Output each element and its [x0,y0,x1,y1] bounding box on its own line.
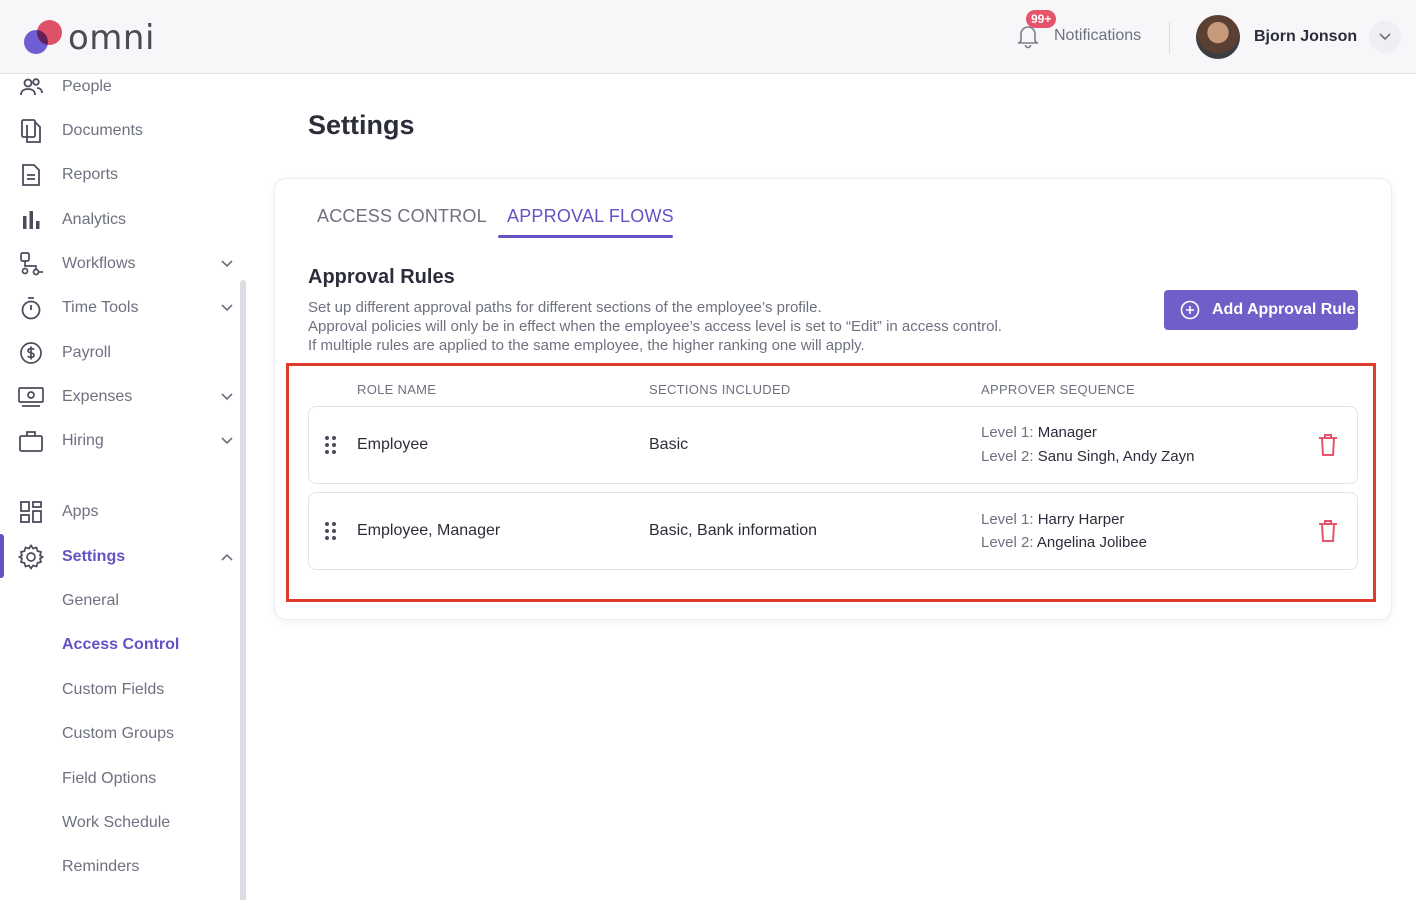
dollar-icon [18,340,44,366]
sidebar-subitem-access-control[interactable]: Access Control [62,636,179,654]
approver-level-1: Level 1: Manager [981,424,1097,441]
logo-mark-icon [24,18,64,58]
column-header-sections-included: SECTIONS INCLUDED [649,382,791,397]
analytics-icon [18,207,44,233]
description-line: If multiple rules are applied to the sam… [308,337,865,354]
user-name: Bjorn Jonson [1254,28,1358,45]
sidebar-item-label: Documents [62,122,143,139]
sidebar-item-payroll[interactable]: Payroll [0,333,240,373]
add-approval-rule-button[interactable]: Add Approval Rule [1164,290,1358,330]
sidebar-item-hiring[interactable]: Hiring [0,421,240,461]
sidebar-item-label: Time Tools [62,299,139,316]
level-value: Sanu Singh, Andy Zayn [1037,448,1195,465]
level-key: Level 1: [981,511,1034,528]
sidebar-item-label: Payroll [62,344,111,361]
sidebar-item-label: People [62,78,112,95]
top-header: omni 99+ Notifications Bjorn Jonson [0,0,1416,74]
bell-icon: 99+ [1014,10,1057,50]
role-name-cell: Employee, Manager [357,522,501,539]
sidebar-subitem-work-schedule[interactable]: Work Schedule [62,814,170,832]
chevron-up-icon[interactable] [218,548,236,566]
notifications-badge: 99+ [1026,10,1057,28]
trash-icon[interactable] [1317,519,1339,543]
sidebar: People Documents Reports Analytics Workf… [0,74,246,900]
sidebar-item-time-tools[interactable]: Time Tools [0,288,240,328]
sidebar-scrollbar[interactable] [240,280,246,900]
drag-handle-icon[interactable] [323,435,339,455]
briefcase-icon [18,428,44,454]
sections-cell: Basic, Bank information [649,522,818,539]
sidebar-item-label: Hiring [62,432,104,449]
drag-handle-icon[interactable] [323,521,339,541]
level-value: Manager [1037,424,1097,441]
approver-level-2: Level 2: Angelina Jolibee [981,534,1147,551]
sidebar-item-settings[interactable]: Settings [0,537,240,577]
role-name-cell: Employee [357,436,429,453]
avatar [1196,15,1240,59]
approver-level-1: Level 1: Harry Harper [981,511,1124,528]
omni-logo[interactable]: omni [24,18,155,58]
sidebar-item-label: Reports [62,166,119,183]
active-tab-underline [498,235,673,238]
column-header-role-name: ROLE NAME [357,382,437,397]
description-line: Approval policies will only be in effect… [308,318,1002,335]
table-row[interactable]: Employee, Manager Basic, Bank informatio… [308,492,1358,570]
sidebar-item-people[interactable]: People [0,67,240,107]
reports-icon [18,162,44,188]
page-title: Settings [308,110,415,140]
sidebar-item-expenses[interactable]: Expenses [0,377,240,417]
apps-icon [18,499,44,525]
documents-icon [18,118,44,144]
cash-icon [18,384,44,410]
sidebar-item-analytics[interactable]: Analytics [0,200,240,240]
chevron-down-icon[interactable] [218,299,236,317]
sidebar-item-label: Settings [62,548,126,565]
sidebar-item-label: Analytics [62,211,127,228]
notifications-label: Notifications [1054,27,1142,44]
sidebar-item-label: Expenses [62,388,133,405]
chevron-down-icon[interactable] [218,255,236,273]
chevron-down-icon[interactable] [218,388,236,406]
approver-level-2: Level 2: Sanu Singh, Andy Zayn [981,448,1195,465]
level-value: Angelina Jolibee [1036,534,1147,551]
tab-access-control[interactable]: ACCESS CONTROL [317,206,487,227]
level-key: Level 1: [981,424,1034,441]
table-row[interactable]: Employee Basic Level 1: Manager Level 2:… [308,406,1358,484]
people-icon [18,74,44,100]
notifications-button[interactable]: 99+ Notifications [1014,10,1142,50]
sidebar-item-documents[interactable]: Documents [0,111,240,151]
description-line: Set up different approval paths for diff… [308,299,822,316]
trash-icon[interactable] [1317,433,1339,457]
sections-cell: Basic [649,436,689,453]
level-key: Level 2: [981,448,1034,465]
user-menu[interactable]: Bjorn Jonson [1196,15,1402,59]
level-key: Level 2: [981,534,1034,551]
chevron-down-icon[interactable] [218,432,236,450]
plus-circle-icon [1180,300,1200,320]
section-title: Approval Rules [308,266,455,288]
column-header-approver-sequence: APPROVER SEQUENCE [981,382,1135,397]
sidebar-subitem-field-options[interactable]: Field Options [62,770,156,788]
sidebar-item-label: Workflows [62,255,136,272]
gear-icon [18,544,44,570]
sidebar-item-label: Apps [62,503,99,520]
level-value: Harry Harper [1037,511,1125,528]
add-approval-rule-label: Add Approval Rule [1212,301,1356,318]
sidebar-item-workflows[interactable]: Workflows [0,244,240,284]
header-divider [1169,22,1170,54]
sidebar-subitem-custom-fields[interactable]: Custom Fields [62,681,164,699]
sidebar-subitem-reminders[interactable]: Reminders [62,858,139,876]
sidebar-subitem-general[interactable]: General [62,592,119,610]
sidebar-item-apps[interactable]: Apps [0,492,240,532]
tab-approval-flows[interactable]: APPROVAL FLOWS [507,206,674,227]
stopwatch-icon [18,295,44,321]
sidebar-subitem-custom-groups[interactable]: Custom Groups [62,725,174,743]
sidebar-item-reports[interactable]: Reports [0,155,240,195]
logo-text: omni [68,18,155,58]
workflows-icon [18,251,44,277]
chevron-down-icon[interactable] [1369,21,1402,53]
